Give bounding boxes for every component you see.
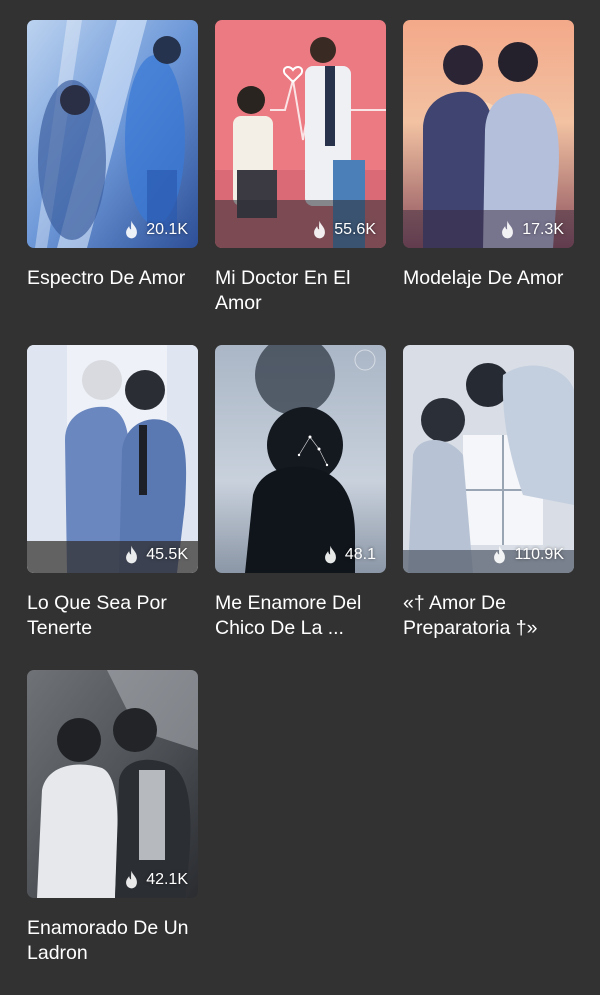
flame-icon	[126, 220, 138, 239]
book-cover[interactable]: 20.1K	[27, 20, 198, 248]
book-grid: 20.1K Espectro De Amor 55.6K Mi Doctor E…	[27, 20, 574, 995]
book-title[interactable]: «† Amor De Preparatoria †»	[403, 591, 574, 641]
book-title[interactable]: Espectro De Amor	[27, 266, 198, 291]
cover-art	[27, 345, 198, 573]
flame-icon	[126, 545, 138, 564]
view-count: 45.5K	[123, 545, 188, 564]
book-cover[interactable]: 42.1K	[27, 670, 198, 898]
cover-art	[27, 670, 198, 898]
view-count-text: 55.6K	[334, 220, 376, 238]
book-title[interactable]: Mi Doctor En El Amor	[215, 266, 386, 316]
book-title[interactable]: Enamorado De Un Ladron	[27, 916, 198, 966]
view-count-text: 110.9K	[514, 545, 564, 563]
book-card[interactable]: 110.9K «† Amor De Preparatoria †»	[403, 345, 574, 670]
book-card[interactable]: 20.1K Espectro De Amor	[27, 20, 198, 345]
flame-icon	[324, 545, 336, 564]
view-count: 17.3K	[499, 220, 564, 239]
view-count: 55.6K	[311, 220, 376, 239]
view-count-text: 17.3K	[522, 220, 564, 238]
cover-art	[403, 345, 574, 573]
view-count-text: 48.1	[344, 545, 376, 563]
view-count-text: 42.1K	[146, 870, 188, 888]
view-count: 110.9K	[491, 545, 564, 564]
book-cover[interactable]: 55.6K	[215, 20, 386, 248]
view-count-text: 20.1K	[146, 220, 188, 238]
flame-icon	[502, 220, 514, 239]
book-title[interactable]: Lo Que Sea Por Tenerte	[27, 591, 198, 641]
view-count: 48.1	[322, 545, 376, 564]
book-card[interactable]: 17.3K Modelaje De Amor	[403, 20, 574, 345]
cover-art	[215, 345, 386, 573]
cover-art	[403, 20, 574, 248]
book-title[interactable]: Me Enamore Del Chico De La ...	[215, 591, 386, 641]
view-count-text: 45.5K	[146, 545, 188, 563]
flame-icon	[126, 870, 138, 889]
book-cover[interactable]: 17.3K	[403, 20, 574, 248]
flame-icon	[494, 545, 506, 564]
view-count: 20.1K	[123, 220, 188, 239]
flame-icon	[314, 220, 326, 239]
book-cover[interactable]: 48.1	[215, 345, 386, 573]
book-card[interactable]: 55.6K Mi Doctor En El Amor	[215, 20, 386, 345]
cover-art	[27, 20, 198, 248]
book-cover[interactable]: 110.9K	[403, 345, 574, 573]
view-count: 42.1K	[123, 870, 188, 889]
book-card[interactable]: 45.5K Lo Que Sea Por Tenerte	[27, 345, 198, 670]
book-title[interactable]: Modelaje De Amor	[403, 266, 574, 291]
book-card[interactable]: 48.1 Me Enamore Del Chico De La ...	[215, 345, 386, 670]
book-cover[interactable]: 45.5K	[27, 345, 198, 573]
cover-art	[215, 20, 386, 248]
book-card[interactable]: 42.1K Enamorado De Un Ladron	[27, 670, 198, 995]
